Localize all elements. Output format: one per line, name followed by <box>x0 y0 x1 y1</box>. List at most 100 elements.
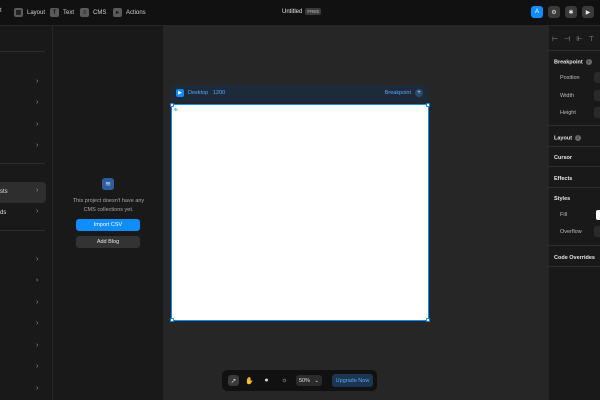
toolbar-layout-label: Layout <box>27 9 46 16</box>
chevron-right-icon[interactable]: › <box>36 256 38 263</box>
toolbar-cms-label: CMS <box>93 9 107 16</box>
toolbar-text-button[interactable]: T Text <box>50 8 74 17</box>
code-overrides-heading[interactable]: Code Overrides <box>554 255 595 261</box>
plan-badge: FREE <box>305 8 322 15</box>
desktop-frame[interactable] <box>171 104 429 321</box>
width-label: Width <box>560 93 575 99</box>
divider <box>0 230 45 231</box>
breakpoint-heading-text: Breakpoint <box>554 59 583 66</box>
desktop-icon: ▶ <box>176 89 184 97</box>
fill-swatch[interactable] <box>596 210 600 220</box>
divider <box>0 51 45 52</box>
import-csv-button[interactable]: Import CSV <box>76 219 140 231</box>
gear-icon[interactable]: ✱ <box>565 6 577 18</box>
layout-icon: ▦ <box>14 8 23 17</box>
toolbar-layout-button[interactable]: ▦ Layout <box>14 8 45 17</box>
toolbar-actions-button[interactable]: ▸ Actions <box>113 8 146 17</box>
divider <box>548 146 600 147</box>
upgrade-button[interactable]: Upgrade Now <box>332 374 373 387</box>
chevron-right-icon[interactable]: › <box>36 363 38 370</box>
resize-handle[interactable] <box>170 103 174 107</box>
sidebar-item-label: sts <box>0 189 8 195</box>
project-title[interactable]: Untitled FREE <box>282 8 322 15</box>
frame-width: 1200 <box>213 90 226 96</box>
position-label: Position <box>560 75 580 81</box>
divider <box>548 245 600 246</box>
chevron-right-icon[interactable]: › <box>36 385 38 392</box>
resize-handle[interactable] <box>170 318 174 322</box>
frame-header[interactable]: ▶ Desktop 1200 Breakpoint + <box>171 85 428 102</box>
divider <box>548 166 600 167</box>
left-sidebar: › › › › sts › ds › › › › › › › › <box>0 26 53 400</box>
chevron-right-icon[interactable]: › <box>36 78 38 85</box>
cms-empty-message: This project doesn't have any CMS collec… <box>72 198 145 213</box>
effects-heading[interactable]: Effects <box>554 176 572 182</box>
divider <box>548 266 600 267</box>
divider <box>548 50 600 51</box>
align-right-icon[interactable]: ⊩ <box>576 35 582 43</box>
chevron-right-icon[interactable]: › <box>36 299 38 306</box>
hand-tool-icon[interactable]: ✋ <box>244 375 255 386</box>
align-top-icon[interactable]: ⊤ <box>588 35 594 43</box>
project-title-text: Untitled <box>282 8 303 15</box>
frame-label: Desktop <box>188 90 209 96</box>
resize-handle[interactable] <box>426 103 430 107</box>
comment-icon[interactable]: ● <box>261 375 272 386</box>
cursor-heading[interactable]: Cursor <box>554 155 572 161</box>
add-blog-button[interactable]: Add Blog <box>76 236 140 248</box>
text-icon: T <box>50 8 59 17</box>
fill-label: Fill <box>560 212 568 218</box>
chevron-right-icon[interactable]: › <box>36 277 38 284</box>
overflow-field[interactable] <box>594 226 600 237</box>
chevron-right-icon[interactable]: › <box>36 320 38 327</box>
zoom-value: 50% <box>299 377 311 384</box>
divider <box>548 187 600 188</box>
toolbar-cut-label: t <box>0 8 2 14</box>
database-icon: ≋ <box>102 178 114 190</box>
chevron-right-icon[interactable]: › <box>36 342 38 349</box>
toolbar-cms-button[interactable]: ≡ CMS <box>80 8 106 17</box>
add-breakpoint-icon[interactable]: + <box>415 89 423 97</box>
info-icon[interactable]: i <box>575 135 582 141</box>
cms-icon: ≡ <box>80 8 89 17</box>
settings-icon[interactable]: ⚙ <box>548 6 560 18</box>
toolbar-cut-item[interactable]: t <box>0 8 2 14</box>
zoom-select[interactable]: 50% ⌄ <box>296 375 322 386</box>
select-tool-icon[interactable]: ➚ <box>228 375 239 386</box>
width-field[interactable] <box>594 90 600 101</box>
play-icon[interactable]: ▶ <box>582 6 594 18</box>
chevron-right-icon[interactable]: › <box>36 121 38 128</box>
overflow-label: Overflow <box>560 229 582 235</box>
resize-handle[interactable] <box>426 318 430 322</box>
avatar[interactable]: A <box>531 6 543 18</box>
chevron-right-icon[interactable]: › <box>36 208 38 215</box>
position-field[interactable] <box>594 72 600 83</box>
chevron-right-icon[interactable]: › <box>36 142 38 149</box>
top-toolbar: t ▦ Layout T Text ≡ CMS ▸ Actions Untitl… <box>0 0 600 26</box>
align-center-icon[interactable]: ⊣ <box>564 35 570 43</box>
avatar-initial: A <box>534 9 539 15</box>
layout-heading-text: Layout <box>554 135 573 142</box>
toolbar-text-label: Text <box>63 9 75 16</box>
info-icon[interactable]: i <box>585 59 592 65</box>
toolbar-actions-label: Actions <box>126 9 146 16</box>
chevron-right-icon[interactable]: › <box>36 99 38 106</box>
divider <box>0 163 45 164</box>
styles-heading[interactable]: Styles <box>554 196 570 202</box>
theme-icon[interactable]: ☼ <box>279 375 290 386</box>
chevron-right-icon: › <box>36 187 39 194</box>
actions-icon: ▸ <box>113 8 122 17</box>
bottom-toolbar: ➚ ✋ ● ☼ 50% ⌄ Upgrade Now <box>222 370 377 391</box>
layout-heading[interactable]: Layout i <box>554 135 582 142</box>
inspector-panel <box>548 26 600 400</box>
align-left-icon[interactable]: ⊢ <box>552 35 558 43</box>
breakpoint-heading: Breakpoint i <box>554 59 592 65</box>
chevron-down-icon: ⌄ <box>314 377 319 384</box>
divider <box>548 125 600 126</box>
frame-anchor-icon: ⊕ <box>174 107 178 112</box>
height-label: Height <box>560 110 576 116</box>
sidebar-item-label[interactable]: ds <box>0 210 6 216</box>
breakpoint-button[interactable]: Breakpoint <box>385 90 411 96</box>
align-toolbar: ⊢ ⊣ ⊩ ⊤ <box>552 35 594 43</box>
height-field[interactable] <box>594 107 600 118</box>
